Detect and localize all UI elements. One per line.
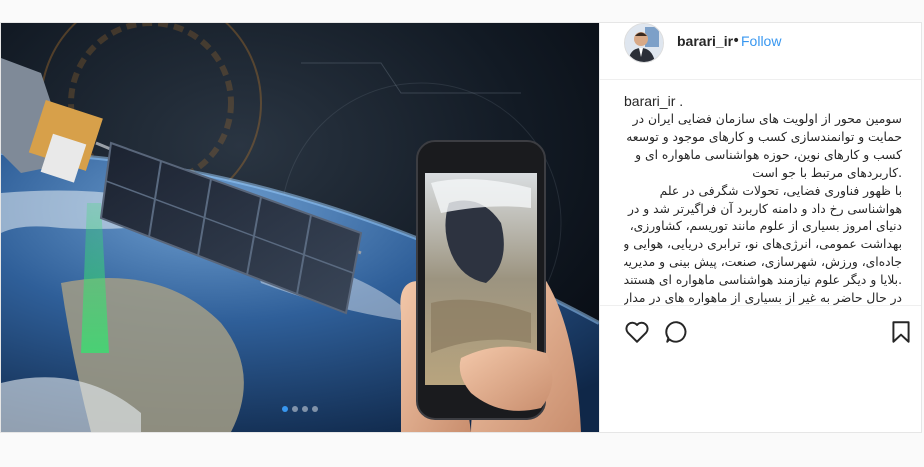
instagram-post: barari_ir • Follow barari_ir . سومین محو… [0, 22, 922, 433]
caption-line: .بلایا و دیگر علوم نیازمند هواشناسی ماهو… [624, 273, 902, 288]
carousel-dot[interactable] [302, 406, 308, 412]
heart-icon[interactable] [624, 319, 650, 345]
caption-line: بهداشت عمومی، انرژی‌های نو، ترابری دریای… [624, 237, 902, 252]
caption-line: جاده‌ای، ورزش، شهرسازی، صنعت، پیش بینی و… [624, 255, 902, 270]
post-username[interactable]: barari_ir [677, 33, 733, 49]
carousel-dot[interactable] [282, 406, 288, 412]
caption-line: با ظهور فناوری فضایی، تحولات شگرفی در عل… [659, 183, 902, 198]
caption-line: دنیای امروز بسیاری از علوم مانند توریسم،… [629, 219, 902, 234]
post-header: barari_ir • Follow [600, 23, 921, 80]
post-sidebar: barari_ir • Follow barari_ir . سومین محو… [599, 23, 921, 432]
caption-line: هواشناسی رخ داد و دامنه کاربرد آن فراگیر… [627, 201, 902, 216]
carousel-dot[interactable] [292, 406, 298, 412]
follow-button[interactable]: Follow [741, 33, 781, 49]
caption-line: سومین محور از اولویت های سازمان فضایی ای… [632, 112, 902, 126]
caption-line: کسب و کارهای نوین، حوزه هواشناسی ماهواره… [635, 147, 902, 162]
bookmark-icon[interactable] [888, 319, 914, 345]
action-bar [600, 305, 921, 366]
caption-line: در حال حاضر به غیر از بسیاری از ماهواره … [624, 291, 902, 305]
post-caption: barari_ir . سومین محور از اولویت های ساز… [624, 93, 902, 305]
comment-icon[interactable] [664, 319, 690, 345]
caption-username[interactable]: barari_ir . [624, 93, 902, 109]
caption-line: حمایت و توانمندسازی کسب و کارهای موجود و… [626, 129, 902, 144]
satellite-phone-illustration [1, 23, 599, 432]
avatar[interactable] [624, 23, 664, 63]
caption-line: .کاربردهای مرتبط با جو است [752, 165, 902, 180]
carousel-indicator [1, 397, 599, 416]
separator-dot: • [732, 33, 741, 49]
carousel-dot[interactable] [312, 406, 318, 412]
post-image[interactable] [1, 23, 599, 432]
